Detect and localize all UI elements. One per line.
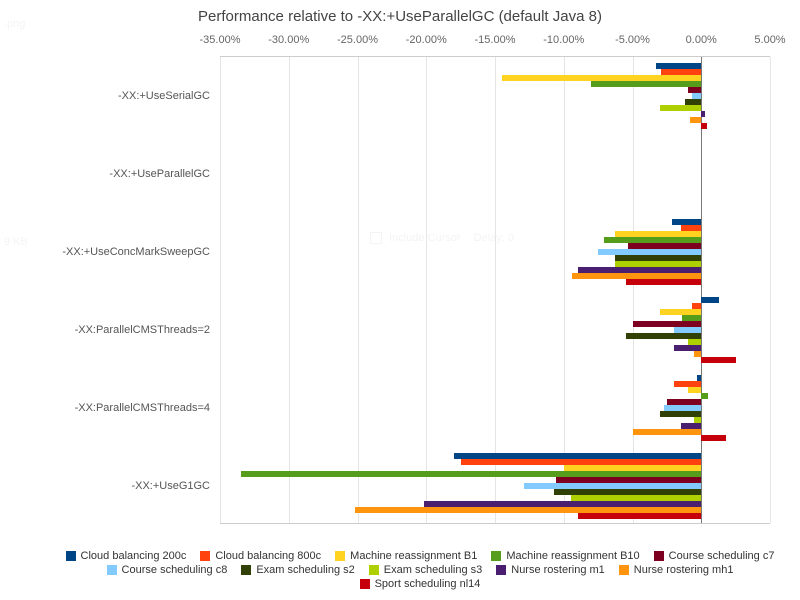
legend-swatch [107,565,117,575]
legend-item: Machine reassignment B10 [491,550,639,562]
category-label: -XX:ParallelCMSThreads=2 [75,324,210,336]
chart-root: .png 9 KB Include Cursor Delay: 0 Perfor… [0,0,800,600]
bar [701,393,708,399]
legend-swatch [619,565,629,575]
legend-label: Sport scheduling nl14 [375,578,481,590]
x-tick-label: -20.00% [406,34,447,46]
legend-swatch [491,551,501,561]
x-axis-ticks: -35.00% -30.00% -25.00% -20.00% -15.00% -10.0… [0,34,800,50]
bar [701,111,705,117]
legend-item: Course scheduling c7 [654,550,775,562]
legend-label: Machine reassignment B1 [350,550,477,562]
legend-item: Exam scheduling s3 [369,564,482,576]
bar [591,81,701,87]
plot-area: -XX:+UseSerialGC-XX:+UseParallelGC-XX:+U… [220,56,770,524]
legend-item: Nurse rostering mh1 [619,564,734,576]
legend-label: Cloud balancing 800c [215,550,321,562]
legend-swatch [369,565,379,575]
category-label: -XX:+UseConcMarkSweepGC [62,246,210,258]
bar [690,117,701,123]
x-tick-label: -10.00% [543,34,584,46]
bar [701,297,719,303]
legend-label: Exam scheduling s3 [384,564,482,576]
legend-swatch [200,551,210,561]
bar [701,357,735,363]
legend-item: Cloud balancing 800c [200,550,321,562]
bar [701,435,726,441]
bar [688,387,702,393]
legend-label: Nurse rostering mh1 [634,564,734,576]
bar [694,351,701,357]
category-group: -XX:+UseG1GC [220,447,770,525]
legend-swatch [241,565,251,575]
legend-label: Machine reassignment B10 [506,550,639,562]
category-label: -XX:+UseSerialGC [118,90,210,102]
legend-swatch [360,579,370,589]
category-label: -XX:+UseG1GC [131,480,210,492]
legend: Cloud balancing 200c Cloud balancing 800c… [50,550,790,590]
category-group: -XX:+UseSerialGC [220,57,770,135]
category-label: -XX:+UseParallelGC [109,168,210,180]
legend-item: Sport scheduling nl14 [360,578,481,590]
legend-swatch [654,551,664,561]
x-tick-label: -30.00% [268,34,309,46]
category-group: -XX:ParallelCMSThreads=4 [220,369,770,447]
legend-item: Machine reassignment B1 [335,550,477,562]
x-tick-label: -25.00% [337,34,378,46]
legend-item: Course scheduling c8 [107,564,228,576]
legend-item: Exam scheduling s2 [241,564,354,576]
chart-title: Performance relative to -XX:+UseParallel… [0,8,800,25]
bar [633,429,702,435]
legend-label: Course scheduling c7 [669,550,775,562]
legend-swatch [496,565,506,575]
legend-label: Cloud balancing 200c [81,550,187,562]
x-tick-label: -5.00% [615,34,650,46]
legend-swatch [335,551,345,561]
x-tick-label: 0.00% [686,34,717,46]
legend-swatch [66,551,76,561]
legend-label: Nurse rostering m1 [511,564,605,576]
bar [626,279,702,285]
legend-label: Course scheduling c8 [122,564,228,576]
x-tick-label: -35.00% [200,34,241,46]
category-group: -XX:ParallelCMSThreads=2 [220,291,770,369]
bar [578,513,702,519]
category-group: -XX:+UseConcMarkSweepGC [220,213,770,291]
grid-line [770,57,771,523]
x-tick-label: -15.00% [475,34,516,46]
legend-item: Cloud balancing 200c [66,550,187,562]
bar [701,123,707,129]
x-tick-label: 5.00% [754,34,785,46]
category-label: -XX:ParallelCMSThreads=4 [75,402,210,414]
legend-item: Nurse rostering m1 [496,564,605,576]
bar [660,105,701,111]
category-group: -XX:+UseParallelGC [220,135,770,213]
legend-label: Exam scheduling s2 [256,564,354,576]
